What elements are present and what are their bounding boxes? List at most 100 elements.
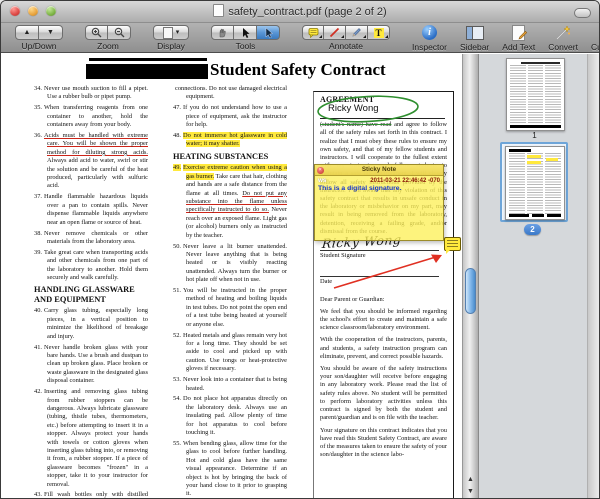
cursor-arrow-icon — [265, 27, 273, 38]
sidebar-button[interactable]: Sidebar — [460, 24, 489, 52]
pencil-overlay-icon — [518, 30, 527, 40]
sticky-note-body[interactable]: This is a digital signature. — [315, 184, 443, 193]
contract-rule-item: connections. Do not use damaged electric… — [175, 85, 287, 101]
date-line — [320, 275, 439, 278]
add-text-button[interactable]: Add Text — [502, 24, 535, 52]
highlight-T-icon: T — [373, 27, 384, 38]
add-line-button[interactable] — [324, 25, 346, 40]
inspector-button[interactable]: i Inspector — [412, 24, 447, 52]
hand-tool-button[interactable] — [211, 25, 234, 40]
toolbar-toggle-button[interactable] — [574, 8, 591, 18]
contract-rule-item: 48. Do not immerse hot glassware in cold … — [173, 132, 287, 148]
redaction-bar-thin — [89, 58, 207, 61]
contract-rule-item: 50. Never leave a lit burner unattended. … — [173, 242, 287, 284]
contract-rule-item: 43. Fill wash bottles only with distilled… — [34, 491, 148, 498]
note-bubble-icon — [308, 28, 318, 38]
struck-text: (student's name) have read — [320, 121, 392, 129]
sticky-note-close-button[interactable]: × — [317, 167, 324, 174]
add-note-button[interactable] — [302, 25, 324, 40]
page-display-icon — [162, 26, 173, 39]
page-2-thumbnail-selected[interactable] — [500, 142, 568, 222]
hand-icon — [219, 28, 226, 38]
contract-rule-item: 37. Handle flammable hazardous liquids ov… — [34, 193, 148, 226]
section-heading-heating: HEATING SUBSTANCES — [173, 151, 269, 161]
page-up-button[interactable]: ▲ — [15, 25, 39, 40]
red-line-icon — [329, 27, 340, 38]
select-tool-button-selected[interactable] — [257, 25, 280, 40]
contract-rule-item: 35. When transferring reagents from one c… — [34, 104, 148, 129]
magic-wand-icon — [556, 24, 571, 40]
magnifier-plus-icon — [91, 27, 102, 38]
contract-rule-item: 34. Never use mouth suction to fill a pip… — [34, 85, 148, 101]
sticky-note-anchor-icon[interactable] — [444, 237, 461, 254]
parent-paragraph-1: We feel that you should be informed rega… — [320, 307, 447, 332]
contract-rule-item: 41. Never handle broken glass with your b… — [34, 343, 148, 385]
typed-signature-text[interactable]: Ricky Wong — [328, 104, 379, 114]
zoom-in-button[interactable] — [85, 25, 108, 40]
document-title: Student Safety Contract — [210, 60, 386, 79]
customize-button[interactable]: Customize — [591, 24, 599, 52]
signature-label: Student Signature — [320, 252, 366, 260]
date-label: Date — [320, 278, 333, 286]
display-group: ▾ Display — [153, 25, 189, 51]
contract-rule-item: 42. Inserting and removing glass tubing f… — [34, 388, 148, 488]
inspector-icon: i — [421, 25, 437, 40]
annotate-group: T Annotate — [302, 25, 390, 51]
contract-rule-item: 55. When bending glass, allow time for th… — [173, 439, 287, 498]
scrollbar-thumb[interactable] — [465, 268, 476, 314]
contract-rule-item: 39. Take great care when transporting aci… — [34, 248, 148, 282]
magnifier-minus-icon — [114, 27, 124, 38]
redaction-bar — [86, 64, 208, 79]
title-bar[interactable]: safety_contract.pdf (page 2 of 2) — [1, 1, 599, 23]
document-proxy-icon[interactable] — [213, 4, 225, 17]
zoom-out-button[interactable] — [108, 25, 131, 40]
page-1-label: 1 — [532, 131, 537, 140]
pencil-icon — [352, 28, 361, 37]
page-1-thumbnail[interactable] — [506, 58, 565, 131]
parent-paragraph-3: You should be aware of the safety instru… — [320, 365, 447, 422]
sticky-note-meta: ws 2011-03-21 22:46:42 -070 — [315, 176, 443, 184]
contract-rule-item: 52. Heated metals and glass remain very h… — [173, 331, 287, 373]
text-tool-button[interactable] — [234, 25, 257, 40]
document-scrollbar[interactable]: ▲ ▼ — [462, 54, 478, 498]
page-2-thumbnail[interactable] — [505, 146, 565, 220]
page-down-button[interactable]: ▼ — [39, 25, 63, 40]
contract-rule-item: 47. If you do not understand how to use a… — [173, 104, 287, 129]
sticky-note-title: Sticky Note — [361, 166, 397, 173]
section-heading-glassware: HANDLING GLASSWARE AND EQUIPMENT — [34, 285, 135, 304]
parent-paragraph-2: With the cooperation of the instructors,… — [320, 336, 447, 360]
convert-button[interactable]: Convert — [548, 24, 578, 52]
sticky-note-timestamp: 2011-03-21 22:46:42 -070 — [370, 178, 440, 184]
pdf-page-view[interactable]: Student Safety Contract 34. Never use mou… — [1, 54, 462, 498]
sidebar-icon — [465, 25, 484, 40]
sticky-note-header[interactable]: × Sticky Note — [315, 165, 443, 176]
zoom-group: Zoom — [85, 25, 131, 51]
content-area: Student Safety Contract 34. Never use mou… — [1, 54, 599, 498]
contract-rule-item: 51. You will be instructed in the proper … — [173, 287, 287, 328]
sticky-note-popup[interactable]: × Sticky Note ws 2011-03-21 22:46:42 -07… — [314, 164, 444, 241]
add-freehand-button[interactable] — [346, 25, 368, 40]
app-window: safety_contract.pdf (page 2 of 2) ▲ ▼ Up… — [0, 0, 600, 499]
document-column-2: connections. Do not use damaged electric… — [173, 85, 287, 498]
display-menu-button[interactable]: ▾ — [153, 25, 189, 40]
contract-rule-item: 49. Exercise extreme caution when using a… — [173, 164, 287, 239]
agreement-box: AGREEMENT Ricky Wong (student's name) ha… — [313, 91, 454, 498]
sidebar-scrollbar[interactable] — [587, 54, 599, 498]
contract-rule-item: 38. Never remove chemicals or other mater… — [34, 229, 148, 245]
sticky-note-author: ws — [318, 177, 327, 184]
scroll-up-arrow[interactable]: ▲ — [463, 474, 478, 486]
contract-rule-item: 40. Carry glass tubing, especially long p… — [34, 307, 148, 340]
toolbar: ▲ ▼ Up/Down Zoom ▾ Display Tools T Annot… — [1, 23, 599, 53]
tools-group: Tools — [211, 25, 280, 51]
highlight-text-button[interactable]: T — [368, 25, 390, 40]
student-name-line: Ricky Wong — [320, 104, 445, 120]
salutation: Dear Parent or Guardian: — [320, 295, 385, 303]
scroll-down-arrow[interactable]: ▼ — [463, 486, 478, 498]
page-2-badge: 2 — [524, 224, 541, 235]
window-title: safety_contract.pdf (page 2 of 2) — [1, 4, 599, 18]
updown-group: ▲ ▼ Up/Down — [15, 25, 63, 51]
parent-paragraph-4: Your signature on this contract indicate… — [320, 426, 447, 459]
contract-rule-item: 53. Never look into a container that is b… — [173, 376, 287, 392]
contract-rule-item: 36. Acids must be handled with extreme ca… — [34, 132, 148, 190]
contract-rule-item: 54. Do not place hot apparatus directly o… — [173, 395, 287, 437]
